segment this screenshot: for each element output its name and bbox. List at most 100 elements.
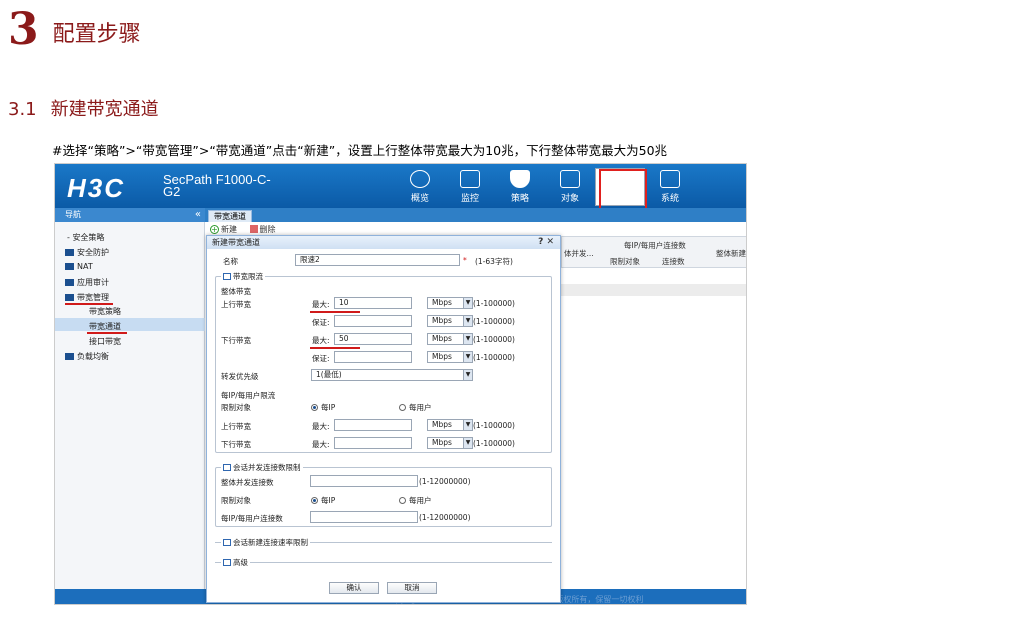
chapter-number: 3 <box>8 4 39 55</box>
priority-select[interactable]: 1(最低) ▼ <box>311 369 473 381</box>
nav-label: 策略 <box>510 194 529 204</box>
tab-bandwidth-channel[interactable]: 带宽通道 <box>208 210 252 222</box>
per-ip-conn-input[interactable] <box>310 511 418 523</box>
sidebar-selection <box>55 318 205 331</box>
per-ip-up-label: 上行带宽 <box>221 422 251 431</box>
name-label: 名称 <box>223 257 238 266</box>
chapter-heading: 3 配置步骤 <box>8 8 141 52</box>
sidebar-item-security-policy[interactable]: - 安全策略 <box>67 232 104 243</box>
col-concurrent[interactable]: 体并发... <box>564 248 594 259</box>
expand-toggle-icon <box>223 539 231 546</box>
folder-icon <box>65 249 74 256</box>
advanced-legend[interactable]: 高级 <box>221 557 250 568</box>
ok-button[interactable]: 确认 <box>329 582 379 594</box>
nav-network[interactable]: 网络 <box>595 168 647 211</box>
down-guarantee-unit-select[interactable]: Mbps ▼ <box>427 351 473 363</box>
up-guarantee-input[interactable] <box>334 315 412 327</box>
dialog-title-bar: 新建带宽通道 ? ✕ <box>207 236 560 249</box>
per-ip-up-unit-select[interactable]: Mbps ▼ <box>427 419 473 431</box>
section-title: 新建带宽通道 <box>50 99 159 120</box>
radio-per-user[interactable]: 每用户 <box>399 402 432 413</box>
chevron-down-icon: ▼ <box>463 298 472 308</box>
range-hint: (1-100000) <box>473 317 515 326</box>
up-max-label: 最大: <box>312 300 330 309</box>
sidebar-item-bw-policy[interactable]: 带宽策略 <box>89 306 121 317</box>
up-guarantee-label: 保证: <box>312 318 330 327</box>
section-number: 3.1 <box>8 99 37 120</box>
nav-label: 监控 <box>460 194 479 204</box>
col-overall-new[interactable]: 整体新建... <box>716 248 746 259</box>
chevron-down-icon: ▼ <box>463 420 472 430</box>
collapse-icon[interactable]: « <box>195 208 201 222</box>
delete-button[interactable]: 删除 <box>260 225 276 234</box>
down-max-unit-select[interactable]: Mbps ▼ <box>427 333 473 345</box>
gauge-icon <box>410 170 430 188</box>
col-conn[interactable]: 连接数 <box>662 256 685 267</box>
nav-overview[interactable]: 概览 <box>395 168 445 206</box>
radio-checked-icon <box>311 404 318 411</box>
sidebar-item-if-bandwidth[interactable]: 接口带宽 <box>89 336 121 347</box>
chevron-down-icon: ▼ <box>463 316 472 326</box>
per-ip-down-unit-select[interactable]: Mbps ▼ <box>427 437 473 449</box>
product-line2: G2 <box>163 184 181 199</box>
red-underline <box>310 311 360 313</box>
range-hint: (1-100000) <box>473 353 515 362</box>
down-bw-label: 下行带宽 <box>221 336 251 345</box>
nav-monitor[interactable]: 监控 <box>445 168 495 206</box>
range-conn-hint: (1-12000000) <box>419 477 471 486</box>
divider <box>215 562 552 563</box>
dialog-controls[interactable]: ? ✕ <box>538 236 554 249</box>
bw-limit-legend[interactable]: 带宽限流 <box>221 271 265 282</box>
up-max-unit-select[interactable]: Mbps ▼ <box>427 297 473 309</box>
sidebar-item-security-defense[interactable]: 安全防护 <box>65 247 109 258</box>
up-guarantee-unit-select[interactable]: Mbps ▼ <box>427 315 473 327</box>
add-icon: + <box>210 225 219 234</box>
toolbar: + 新建 删除 <box>210 224 276 235</box>
session-rate-legend[interactable]: 会话新建连接速率限制 <box>221 537 310 548</box>
down-guarantee-input[interactable] <box>334 351 412 363</box>
sidebar-item-bandwidth-mgmt[interactable]: 带宽管理 <box>65 292 109 303</box>
required-mark: * <box>463 256 467 265</box>
dialog-title: 新建带宽通道 <box>212 238 260 247</box>
radio-icon <box>399 404 406 411</box>
up-max-input[interactable]: 10 <box>334 297 412 309</box>
sidebar-item-load-balance[interactable]: 负载均衡 <box>65 351 109 362</box>
nav-label: 对象 <box>560 194 579 204</box>
col-limit-object[interactable]: 限制对象 <box>610 256 640 267</box>
radio-icon <box>399 497 406 504</box>
nav-label: 网络 <box>612 192 631 202</box>
session-radio-per-ip[interactable]: 每IP <box>311 495 335 506</box>
radio-per-ip[interactable]: 每IP <box>311 402 335 413</box>
down-max-input[interactable]: 50 <box>334 333 412 345</box>
nav-header: 导航 « <box>55 208 205 222</box>
session-radio-per-user[interactable]: 每用户 <box>399 495 432 506</box>
globe-icon <box>612 171 632 189</box>
radio-checked-icon <box>311 497 318 504</box>
session-legend[interactable]: 会话并发连接数限制 <box>221 462 303 473</box>
sidebar-item-nat[interactable]: NAT <box>65 262 93 271</box>
expand-toggle-icon <box>223 559 231 566</box>
nav-system[interactable]: 系统 <box>645 168 695 206</box>
overall-concurrent-input[interactable] <box>310 475 418 487</box>
sidebar-item-app-audit[interactable]: 应用审计 <box>65 277 109 288</box>
cancel-button[interactable]: 取消 <box>387 582 437 594</box>
folder-icon <box>65 279 74 286</box>
per-ip-up-input[interactable] <box>334 419 412 431</box>
name-input[interactable]: 限速2 <box>295 254 460 266</box>
chevron-down-icon: ▼ <box>463 438 472 448</box>
down-max-label: 最大: <box>312 336 330 345</box>
nav-object[interactable]: 对象 <box>545 168 595 206</box>
chevron-down-icon: ▼ <box>463 352 472 362</box>
app-header: H3C SecPath F1000-C- G2 概览 监控 策略 对象 网络 系… <box>55 164 746 211</box>
product-name: SecPath F1000-C- G2 <box>163 173 293 199</box>
nav-policy[interactable]: 策略 <box>495 168 545 206</box>
sidebar-item-bw-channel[interactable]: 带宽通道 <box>89 321 121 332</box>
sidebar: - 安全策略 安全防护 NAT 应用审计 带宽管理 带宽策略 带宽通道 接口带宽… <box>55 222 205 604</box>
per-ip-down-input[interactable] <box>334 437 412 449</box>
new-button[interactable]: 新建 <box>221 225 237 234</box>
col-per-ip[interactable]: 每IP/每用户连接数 <box>624 240 686 251</box>
section-heading: 3.1 新建带宽通道 <box>8 95 159 121</box>
folder-icon <box>65 263 74 270</box>
chapter-title: 配置步骤 <box>52 22 141 47</box>
instruction-text: #选择“策略”>“带宽管理”>“带宽通道”点击“新建”，设置上行整体带宽最大为1… <box>52 143 668 158</box>
